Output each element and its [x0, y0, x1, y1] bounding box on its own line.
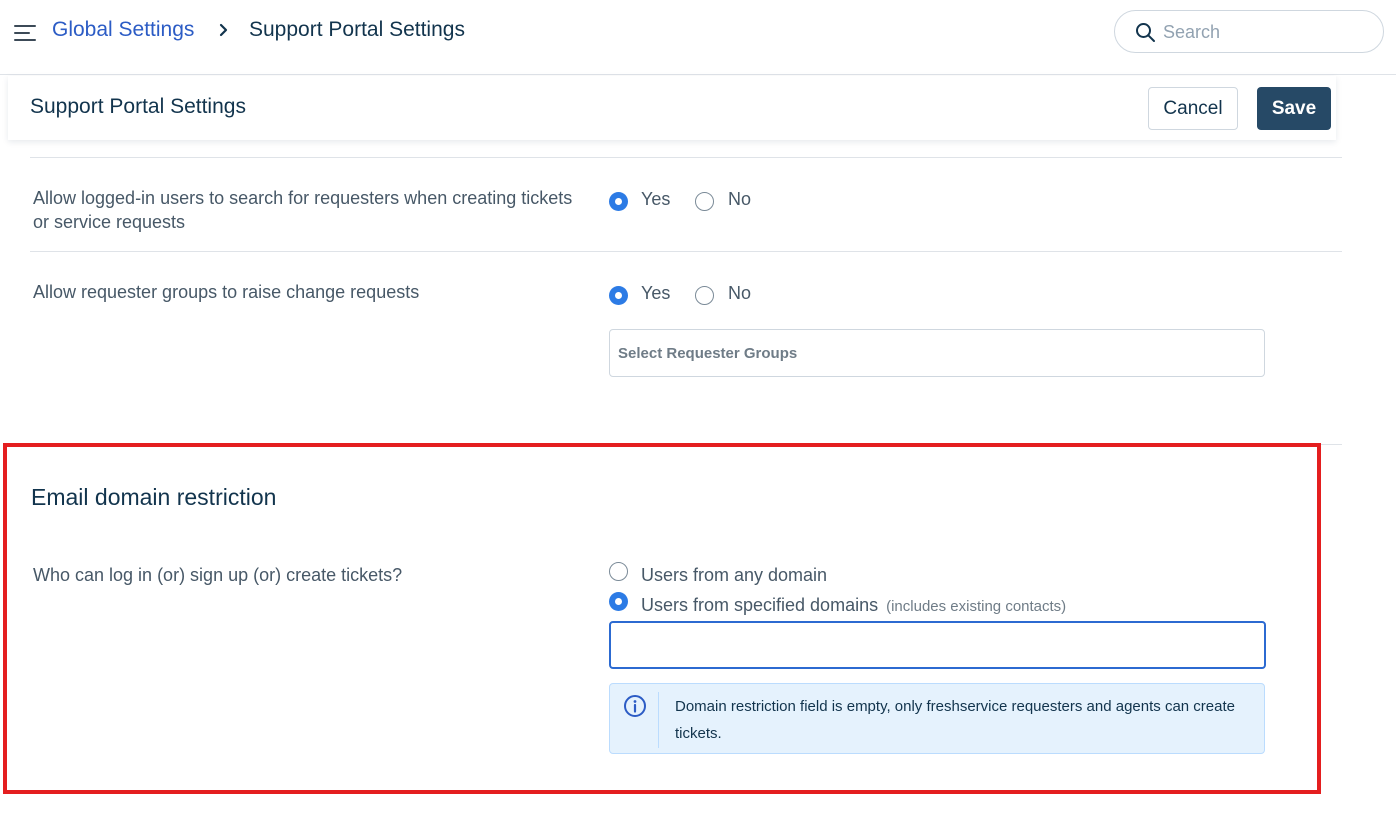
specified-domains-label: Users from specified domains: [641, 595, 879, 615]
divider: [30, 251, 1342, 252]
requester-groups-no-label: No: [728, 283, 752, 303]
any-domain-label: Users from any domain: [641, 565, 828, 585]
email-domain-section-title: Email domain restriction: [31, 484, 277, 510]
chevron-right-icon: [219, 23, 228, 37]
page-header: Support Portal Settings Cancel Save: [8, 76, 1336, 140]
info-message: Domain restriction field is empty, only …: [675, 698, 1235, 742]
info-icon: [624, 695, 646, 717]
domain-list-input[interactable]: [609, 621, 1266, 669]
menu-icon[interactable]: [14, 23, 38, 41]
requester-groups-select-placeholder: Select Requester Groups: [618, 345, 798, 362]
search-icon: [1136, 23, 1155, 42]
breadcrumb-global-settings[interactable]: Global Settings: [52, 18, 194, 42]
global-search[interactable]: [1114, 10, 1384, 53]
requester-groups-label: Allow requester groups to raise change r…: [33, 282, 420, 302]
requester-groups-select[interactable]: Select Requester Groups: [609, 329, 1265, 377]
search-requesters-label: Allow logged-in users to search for requ…: [33, 188, 573, 232]
divider: [30, 157, 1342, 158]
specified-domains-hint: (includes existing contacts): [886, 598, 1067, 615]
search-requesters-no-label: No: [728, 189, 752, 209]
save-button[interactable]: Save: [1257, 87, 1331, 130]
specified-domains-radio[interactable]: [609, 592, 628, 611]
top-navigation-bar: Global Settings Support Portal Settings: [0, 0, 1396, 75]
search-requesters-yes-label: Yes: [641, 189, 671, 209]
domain-info-banner: Domain restriction field is empty, only …: [609, 683, 1265, 754]
search-requesters-yes-radio[interactable]: [609, 192, 628, 211]
email-domain-question: Who can log in (or) sign up (or) create …: [33, 565, 403, 585]
requester-groups-yes-radio[interactable]: [609, 286, 628, 305]
cancel-button[interactable]: Cancel: [1148, 87, 1238, 130]
specified-domains-option: Users from specified domains (includes ex…: [641, 595, 1066, 616]
any-domain-radio[interactable]: [609, 562, 628, 581]
requester-groups-yes-label: Yes: [641, 283, 671, 303]
search-requesters-no-radio[interactable]: [695, 192, 714, 211]
info-divider: [658, 692, 659, 748]
search-input[interactable]: [1163, 19, 1363, 45]
page-title: Support Portal Settings: [30, 95, 246, 118]
requester-groups-no-radio[interactable]: [695, 286, 714, 305]
breadcrumb-current-page: Support Portal Settings: [249, 18, 465, 41]
